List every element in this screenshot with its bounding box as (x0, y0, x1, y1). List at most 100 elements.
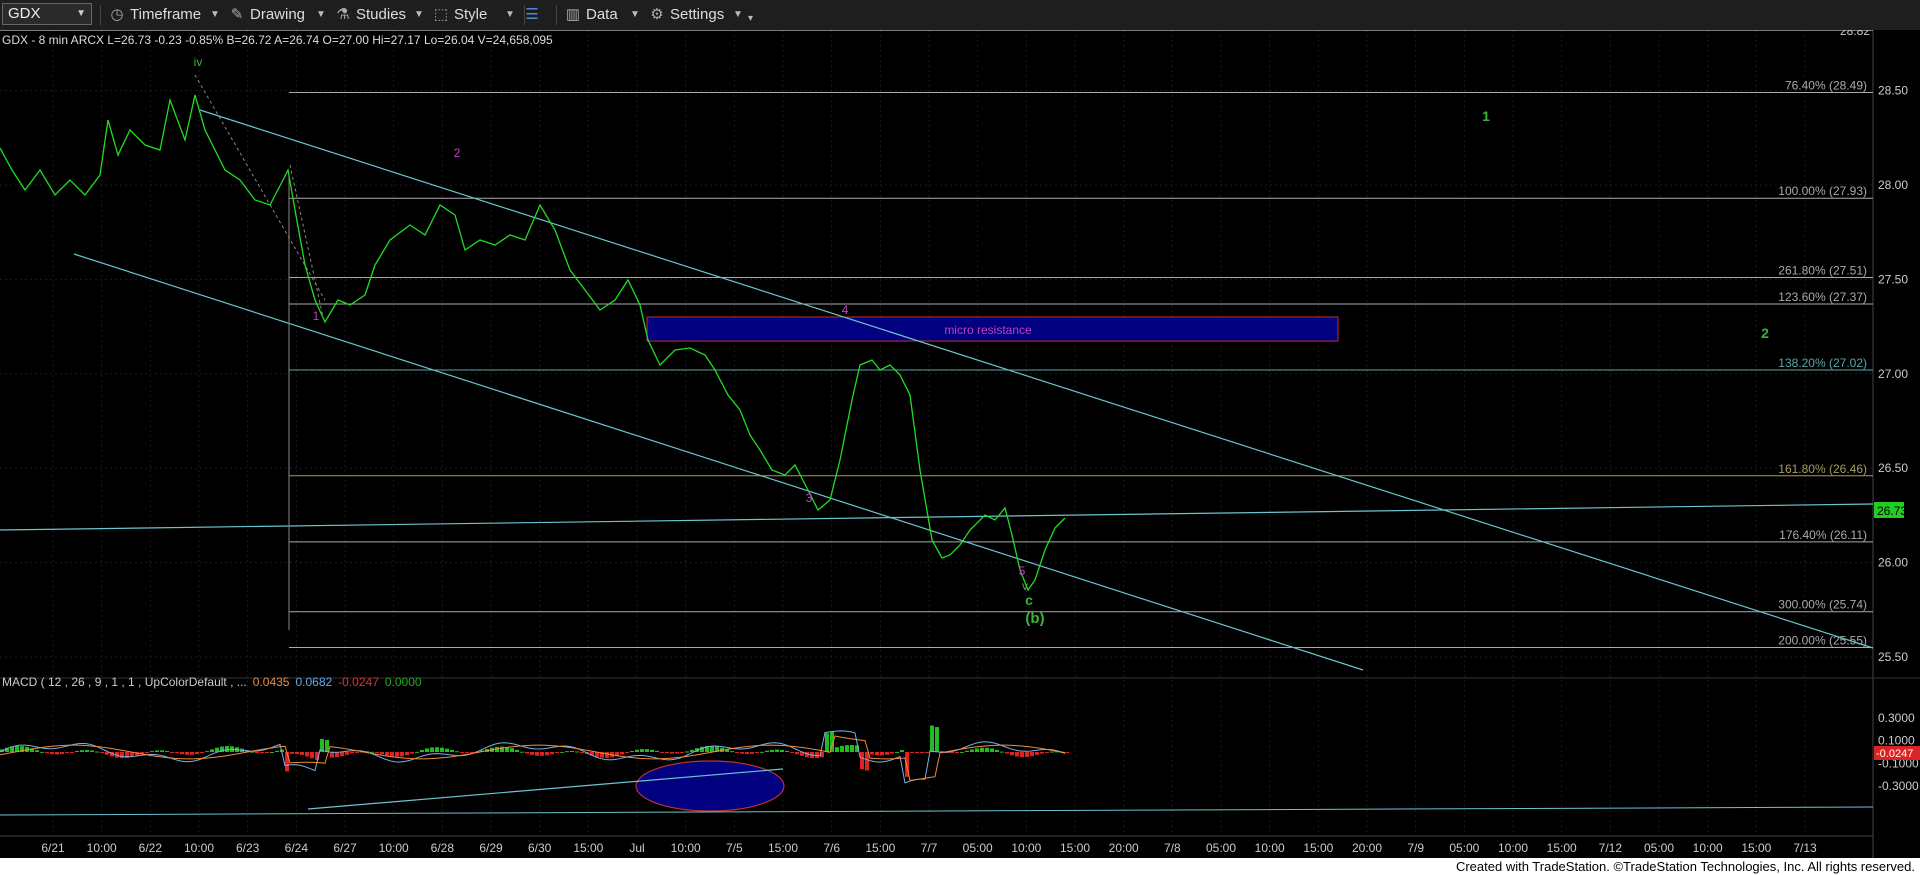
symbol-selector[interactable]: GDX ▼ (2, 3, 92, 25)
macd-bar (1035, 752, 1039, 755)
macd-bar (525, 752, 529, 754)
macd-bar (510, 748, 514, 752)
macd-bar (965, 750, 969, 752)
macd-bar (190, 752, 194, 755)
macd-bar (65, 752, 69, 754)
time-tick-label: 10:00 (379, 841, 409, 855)
time-tick-label: 15:00 (768, 841, 798, 855)
time-tick-label: 20:00 (1109, 841, 1139, 855)
studies-button[interactable]: ⚗ Studies (334, 4, 406, 26)
macd-bar (915, 752, 919, 753)
macd-bar (535, 752, 539, 756)
macd-bar (630, 750, 634, 752)
fib-label: 123.60% (27.37) (1778, 290, 1867, 304)
style-button[interactable]: ⬚ Style (432, 4, 487, 26)
macd-bar (740, 752, 744, 754)
drawing-button[interactable]: ✎ Drawing (228, 4, 305, 26)
footer-credit: Created with TradeStation. ©TradeStation… (1455, 859, 1915, 874)
wave-label: iv (194, 55, 203, 69)
toolbar-divider (100, 5, 101, 25)
macd-bar (270, 751, 274, 753)
macd-bar (155, 750, 159, 752)
timeframe-label: Timeframe (130, 6, 202, 23)
macd-bar (560, 751, 564, 753)
time-tick-label: 10:00 (1011, 841, 1041, 855)
macd-bar (1020, 752, 1024, 758)
macd-bar (865, 752, 869, 771)
time-tick-label: 6/23 (236, 841, 260, 855)
macd-bar (550, 752, 554, 755)
macd-bar (545, 752, 549, 756)
macd-bar (175, 752, 179, 754)
chart-background (0, 30, 1920, 858)
macd-bar (310, 752, 314, 759)
macd-bar (860, 752, 864, 770)
chevron-down-icon[interactable]: ▼ (733, 4, 743, 26)
macd-bar (435, 747, 439, 752)
macd-bar (405, 752, 409, 756)
toolbar: GDX ▼ ◷ Timeframe ▼ ✎ Drawing ▼ ⚗ Studies ▼… (0, 0, 1920, 31)
macd-bar (440, 747, 444, 752)
current-price-label: 26.73 (1877, 504, 1907, 518)
time-tick-label: 6/24 (285, 841, 309, 855)
divergence-ellipse[interactable] (635, 760, 785, 812)
macd-bar (1005, 752, 1009, 754)
macd-bar (465, 752, 469, 753)
macd-bar (120, 752, 124, 759)
macd-bar (825, 733, 829, 752)
macd-bar (955, 752, 959, 753)
macd-bar (275, 750, 279, 752)
flask-icon: ⚗ (336, 6, 350, 23)
style-label: Style (454, 6, 488, 23)
macd-bar (840, 745, 844, 752)
chevron-down-icon[interactable]: ▼ (414, 4, 424, 26)
macd-bar (180, 752, 184, 755)
settings-label: Settings (670, 6, 725, 23)
chevron-down-icon[interactable]: ▼ (210, 4, 220, 26)
macd-bar (35, 750, 39, 752)
data-button[interactable]: ▥ Data (564, 4, 618, 26)
time-tick-label: 05:00 (1644, 841, 1674, 855)
chevron-down-icon[interactable]: ▼ (505, 4, 515, 26)
macd-bar (70, 752, 74, 753)
layout-button[interactable]: ☰ (523, 4, 549, 26)
price-tick-label: 26.00 (1878, 556, 1908, 570)
chevron-down-icon[interactable]: ▼ (630, 4, 640, 26)
macd-bar (985, 747, 989, 752)
time-tick-label: 20:00 (1352, 841, 1382, 855)
macd-bar (1010, 752, 1014, 756)
time-tick-label: 15:00 (573, 841, 603, 855)
time-tick-label: 6/30 (528, 841, 552, 855)
bar-chart-icon: ▥ (565, 6, 581, 23)
timeframe-button[interactable]: ◷ Timeframe (108, 4, 201, 26)
chevron-down-icon[interactable]: ▾ (748, 8, 753, 30)
macd-bar (420, 749, 424, 752)
time-tick-label: 6/29 (479, 841, 503, 855)
price-tick-label: 28.00 (1878, 178, 1908, 192)
macd-bar (650, 749, 654, 752)
macd-bar (910, 752, 914, 753)
macd-bar (670, 752, 674, 754)
macd-bar (500, 746, 504, 752)
settings-button[interactable]: ⚙ Settings (648, 4, 724, 26)
footer: Created with TradeStation. ©TradeStation… (0, 858, 1920, 875)
macd-bar (85, 749, 89, 752)
macd-bar (265, 752, 269, 753)
macd-bar (515, 749, 519, 752)
time-tick-label: 10:00 (87, 841, 117, 855)
macd-bar (355, 752, 359, 753)
time-tick-label: 15:00 (1060, 841, 1090, 855)
macd-bar (1050, 751, 1054, 753)
macd-bar (750, 752, 754, 754)
chevron-down-icon[interactable]: ▼ (316, 4, 326, 26)
macd-bar (755, 752, 759, 753)
price-chart[interactable]: 176.40% (31.47)200.00% (30.38)0.00% (30.… (0, 30, 1920, 858)
macd-bar (970, 749, 974, 752)
time-tick-label: 15:00 (1303, 841, 1333, 855)
macd-bar (900, 750, 904, 752)
macd-bar (255, 752, 259, 753)
toolbar-divider (556, 5, 557, 25)
macd-bar (45, 752, 49, 754)
macd-bar (345, 752, 349, 755)
macd-bar (565, 751, 569, 753)
